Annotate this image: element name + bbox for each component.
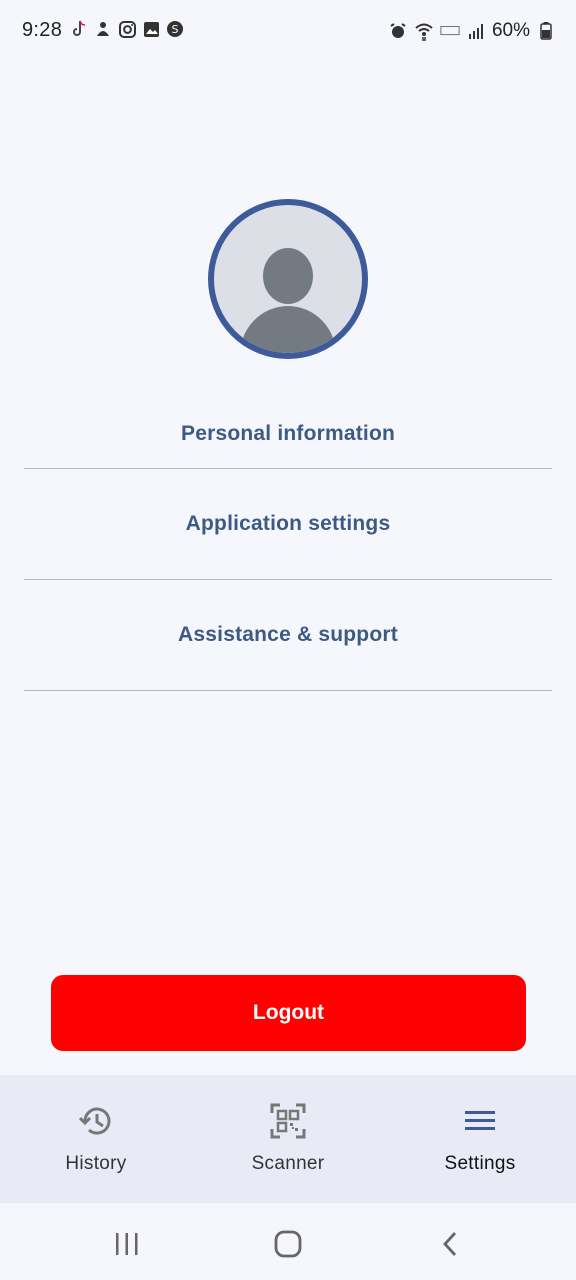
qr-scanner-icon [270, 1103, 306, 1139]
svg-text:S: S [172, 23, 179, 36]
menu-item-personal-information[interactable]: Personal information [24, 400, 552, 469]
alarm-icon [388, 21, 408, 41]
nav-item-history[interactable]: History [0, 1075, 192, 1203]
nav-label-settings: Settings [444, 1153, 516, 1174]
gallery-icon [142, 20, 160, 38]
system-status-icons: 60% [388, 20, 556, 42]
home-icon[interactable] [268, 1227, 308, 1261]
nav-label-history: History [65, 1153, 127, 1174]
menu-item-label: Application settings [185, 512, 391, 535]
menu-icon [464, 1103, 496, 1139]
settings-menu: Personal information Application setting… [24, 400, 552, 691]
back-icon[interactable] [430, 1227, 470, 1261]
logout-button[interactable]: Logout [51, 975, 526, 1051]
bottom-navigation: History Scanner Settings [0, 1075, 576, 1203]
recent-apps-icon[interactable] [107, 1227, 147, 1261]
menu-item-label: Assistance & support [178, 623, 398, 646]
profile-avatar[interactable] [208, 199, 368, 359]
nav-item-scanner[interactable]: Scanner [192, 1075, 384, 1203]
system-navigation-bar [0, 1203, 576, 1280]
menu-item-label: Personal information [180, 422, 396, 445]
instagram-icon [118, 20, 136, 38]
notification-icon [94, 20, 112, 38]
battery-percent: 60% [491, 20, 530, 41]
shazam-icon: S [166, 20, 184, 38]
menu-item-application-settings[interactable]: Application settings [24, 469, 552, 580]
battery-icon [536, 21, 556, 41]
nav-label-scanner: Scanner [251, 1153, 325, 1174]
notification-icons: S [70, 20, 184, 38]
history-icon [79, 1103, 113, 1139]
status-time: 9:28 [22, 19, 63, 41]
nav-item-settings[interactable]: Settings [384, 1075, 576, 1203]
menu-item-assistance-support[interactable]: Assistance & support [24, 580, 552, 691]
status-bar: 9:28 S 60% [0, 0, 576, 64]
tiktok-icon [70, 20, 88, 38]
signal-icon [466, 21, 486, 41]
person-icon [240, 248, 336, 353]
wifi-icon [414, 21, 434, 41]
volte-icon [440, 21, 460, 41]
